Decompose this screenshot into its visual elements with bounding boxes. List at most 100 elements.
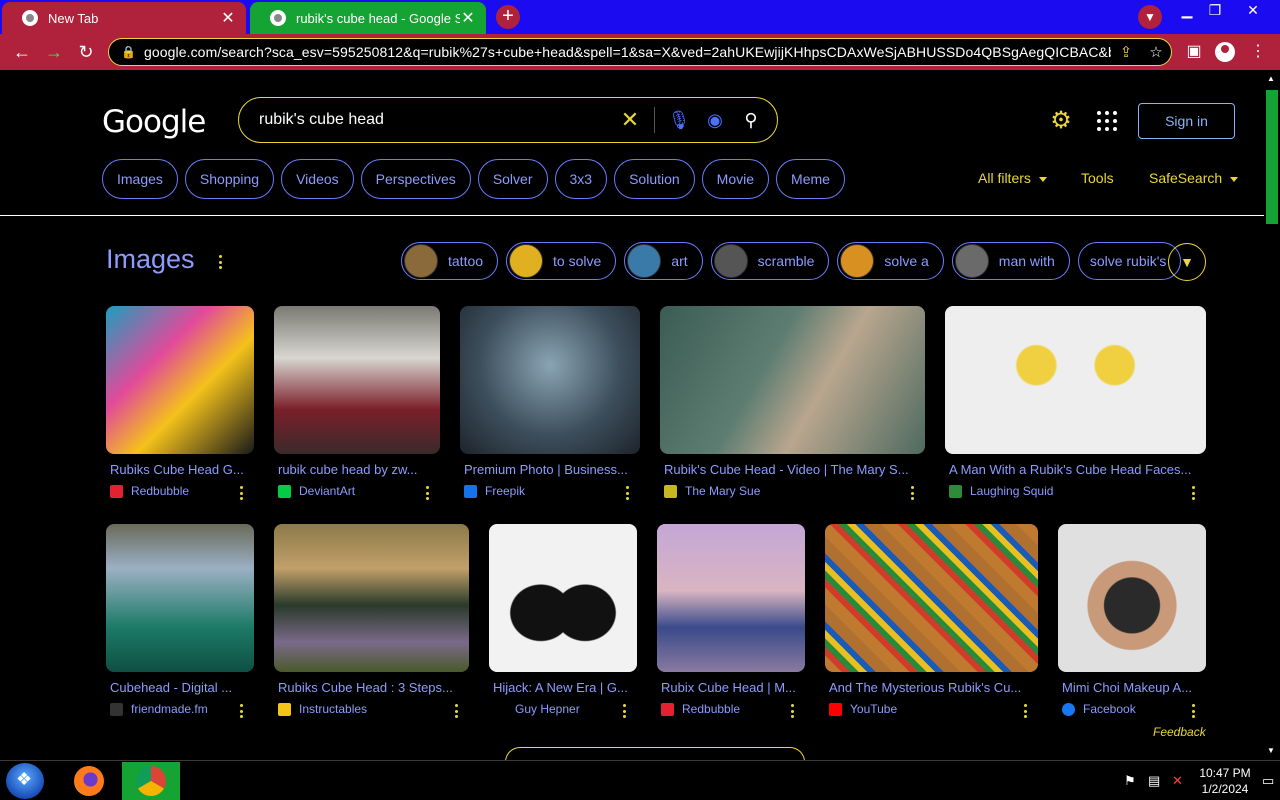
address-bar[interactable]: 🔒 google.com/search?sca_esv=595250812&q=…	[108, 38, 1172, 66]
result-thumbnail[interactable]	[825, 524, 1038, 672]
lens-camera-icon[interactable]: ◉	[697, 110, 733, 131]
result-source[interactable]: Facebook	[1062, 702, 1136, 716]
result-more-icon[interactable]	[234, 484, 248, 502]
result-thumbnail[interactable]	[660, 306, 925, 454]
microphone-icon[interactable]: 🎙	[661, 110, 697, 131]
result-source[interactable]: friendmade.fm	[110, 702, 208, 716]
result-title[interactable]: Hijack: A New Era | G...	[493, 680, 637, 695]
refine-chip-scramble[interactable]: scramble	[710, 242, 830, 280]
close-icon[interactable]: ✕	[220, 8, 236, 28]
show-desktop-icon[interactable]: ▭	[1262, 773, 1274, 789]
network-icon[interactable]: ▤	[1148, 773, 1160, 789]
result-source[interactable]: Laughing Squid	[949, 484, 1053, 498]
forward-arrow-icon[interactable]: →	[42, 40, 66, 64]
result-thumbnail[interactable]	[106, 306, 254, 454]
chip-meme[interactable]: Meme	[776, 159, 845, 199]
chip-images[interactable]: Images	[102, 159, 178, 199]
back-arrow-icon[interactable]: ←	[10, 40, 34, 64]
taskbar-chrome[interactable]	[122, 762, 180, 800]
result-title[interactable]: And The Mysterious Rubik's Cu...	[829, 680, 1038, 695]
result-more-icon[interactable]	[1018, 702, 1032, 720]
refine-chip-art[interactable]: art	[624, 242, 703, 280]
scroll-down-icon[interactable]: ▼	[1267, 746, 1275, 755]
menu-kebab-icon[interactable]: ⋮	[1246, 40, 1270, 64]
window-close-icon[interactable]: ✕	[1236, 0, 1270, 20]
google-logo[interactable]: Google	[102, 104, 206, 140]
feedback-link[interactable]: Feedback	[1153, 725, 1206, 739]
result-more-icon[interactable]	[617, 702, 631, 720]
expand-chevron-icon[interactable]: ▼	[1168, 243, 1206, 281]
result-thumbnail[interactable]	[657, 524, 805, 672]
result-source[interactable]: Guy Hepner	[515, 702, 580, 716]
result-title[interactable]: Rubiks Cube Head G...	[110, 462, 254, 477]
result-more-icon[interactable]	[1186, 484, 1200, 502]
result-more-icon[interactable]	[785, 702, 799, 720]
chip-videos[interactable]: Videos	[281, 159, 354, 199]
result-source[interactable]: Instructables	[278, 702, 367, 716]
chip-perspectives[interactable]: Perspectives	[360, 159, 471, 199]
result-source[interactable]: Redbubble	[110, 484, 189, 498]
result-title[interactable]: Rubiks Cube Head : 3 Steps...	[278, 680, 469, 695]
result-title[interactable]: Premium Photo | Business...	[464, 462, 640, 477]
settings-gear-icon[interactable]: ⚙	[1048, 108, 1074, 134]
reload-icon[interactable]: ↻	[74, 40, 98, 64]
volume-muted-icon[interactable]: ✕	[1172, 773, 1183, 789]
result-title[interactable]: rubik cube head by zw...	[278, 462, 440, 477]
scroll-thumb[interactable]	[1266, 90, 1278, 224]
chip-movie[interactable]: Movie	[701, 159, 770, 199]
bookmark-star-icon[interactable]: ☆	[1141, 43, 1171, 61]
result-thumbnail[interactable]	[106, 524, 254, 672]
result-more-icon[interactable]	[620, 484, 634, 502]
result-title[interactable]: Rubix Cube Head | M...	[661, 680, 805, 695]
result-source[interactable]: Freepik	[464, 484, 525, 498]
page-scrollbar[interactable]: ▲ ▼	[1264, 70, 1280, 760]
refine-chip-solve-a[interactable]: solve a	[837, 242, 944, 280]
chip-shopping[interactable]: Shopping	[184, 159, 275, 199]
scroll-up-icon[interactable]: ▲	[1267, 74, 1275, 83]
clear-icon[interactable]: ✕	[612, 107, 648, 133]
close-icon[interactable]: ✕	[460, 8, 476, 28]
result-more-icon[interactable]	[420, 484, 434, 502]
search-icon[interactable]: ⚲	[733, 110, 769, 131]
images-heading[interactable]: Images	[106, 244, 195, 275]
chip-solution[interactable]: Solution	[614, 159, 695, 199]
search-box[interactable]: rubik's cube head ✕ 🎙 ◉ ⚲	[238, 97, 778, 143]
tab-search-chevron-icon[interactable]: ▼	[1138, 5, 1162, 29]
url-text[interactable]: google.com/search?sca_esv=595250812&q=ru…	[144, 44, 1111, 60]
google-apps-grid-icon[interactable]	[1096, 110, 1118, 132]
refine-chip-solve-rubiks[interactable]: solve rubik's	[1077, 242, 1182, 280]
result-more-icon[interactable]	[234, 702, 248, 720]
chip-3x3[interactable]: 3x3	[554, 159, 608, 199]
result-title[interactable]: A Man With a Rubik's Cube Head Faces...	[949, 462, 1206, 477]
restore-icon[interactable]: ❐	[1198, 0, 1232, 20]
tab-google-search[interactable]: rubik's cube head - Google Search ✕	[250, 2, 486, 34]
result-more-icon[interactable]	[1186, 702, 1200, 720]
new-tab-button[interactable]: +	[496, 5, 520, 29]
result-title[interactable]: Cubehead - Digital ...	[110, 680, 254, 695]
refine-chip-man-with[interactable]: man with	[951, 242, 1070, 280]
sign-in-button[interactable]: Sign in	[1138, 103, 1235, 139]
result-thumbnail[interactable]	[274, 306, 440, 454]
result-thumbnail[interactable]	[274, 524, 469, 672]
safesearch-dropdown[interactable]: SafeSearch	[1149, 170, 1239, 186]
result-thumbnail[interactable]	[945, 306, 1206, 454]
result-source[interactable]: Redbubble	[661, 702, 740, 716]
all-filters-dropdown[interactable]: All filters	[978, 170, 1047, 186]
refine-chip-to-solve[interactable]: to solve	[506, 242, 617, 280]
action-center-flag-icon[interactable]: ⚑	[1124, 773, 1136, 789]
tab-new-tab[interactable]: New Tab ✕	[2, 2, 246, 34]
search-input[interactable]: rubik's cube head	[259, 111, 612, 129]
result-more-icon[interactable]	[905, 484, 919, 502]
tools-button[interactable]: Tools	[1081, 170, 1114, 186]
result-source[interactable]: The Mary Sue	[664, 484, 760, 498]
result-source[interactable]: YouTube	[829, 702, 897, 716]
result-thumbnail[interactable]	[489, 524, 637, 672]
result-title[interactable]: Mimi Choi Makeup A...	[1062, 680, 1206, 695]
share-icon[interactable]: ⇪	[1111, 43, 1141, 61]
images-more-icon[interactable]	[213, 253, 227, 271]
result-more-icon[interactable]	[449, 702, 463, 720]
result-thumbnail[interactable]	[1058, 524, 1206, 672]
chip-solver[interactable]: Solver	[477, 159, 548, 199]
profile-avatar-icon[interactable]	[1215, 42, 1235, 62]
refine-chip-tattoo[interactable]: tattoo	[401, 242, 499, 280]
